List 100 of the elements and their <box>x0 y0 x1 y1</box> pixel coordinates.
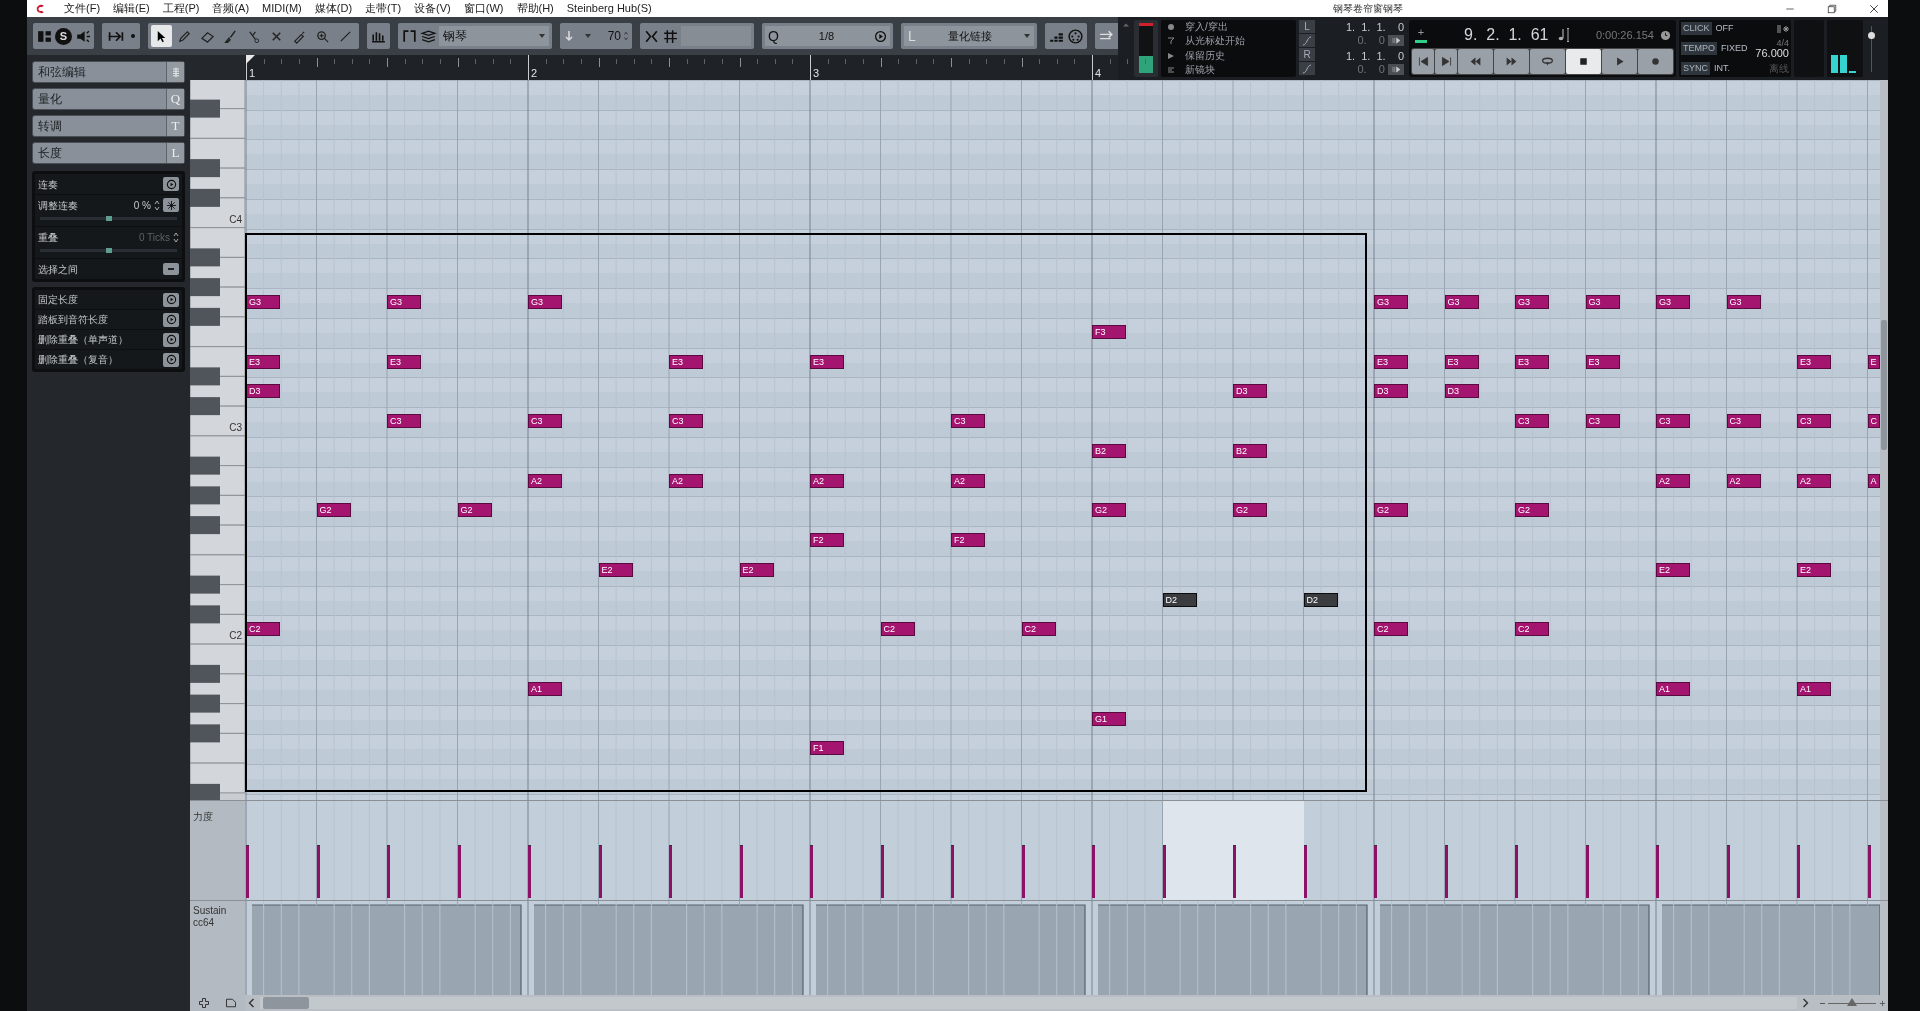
tempo-value[interactable]: 76.000 <box>1755 48 1789 59</box>
stop-button[interactable] <box>1566 49 1601 74</box>
midi-note[interactable]: C3 <box>951 414 985 428</box>
menu-item[interactable]: 编辑(E) <box>113 3 150 14</box>
sync-button[interactable]: SYNC <box>1681 62 1710 75</box>
midi-note[interactable]: D3 <box>1233 384 1267 399</box>
apply-button[interactable] <box>163 332 179 347</box>
velocity-bar[interactable] <box>1867 845 1871 898</box>
vertical-scrollbar[interactable] <box>1880 801 1888 900</box>
end-button[interactable] <box>1435 49 1457 74</box>
rewind-button[interactable] <box>1458 49 1493 74</box>
midi-note[interactable]: C3 <box>1656 414 1690 428</box>
velocity-bar[interactable] <box>880 845 884 898</box>
hash-icon[interactable] <box>662 27 679 45</box>
note-grid[interactable]: G3 G3 G3 G3 G3 G3 G3 G3 G3 F3 E3 E3 E3 E3 E3 E3 E3 E3 E3 E D3 D3 D3 D3 C3 C3 C3 C3 C3 C3 C3 C3 C3 C B2 B2 A2 A2 A2 A2 A2 A2 A2 A G2 G2 G2 G2 G2 G2 F2 F2 E2 E2 E2 E2 D2 D2 C2 C2 C2 C2 C2 A1 A1 A1 G1 F1 <box>245 80 1880 800</box>
zoom-slider-thumb[interactable] <box>1847 997 1857 1006</box>
forward-button[interactable] <box>1494 49 1529 74</box>
midi-note[interactable]: B2 <box>1233 443 1267 458</box>
dot-icon[interactable] <box>129 32 137 40</box>
inspector-section-button[interactable]: 长度 L <box>32 142 185 164</box>
locator-position[interactable]: 1. 1. 1. 0 <box>1345 21 1404 35</box>
midi-note[interactable]: E3 <box>246 354 280 369</box>
apply-button[interactable] <box>163 292 179 307</box>
apply-button[interactable] <box>163 177 179 191</box>
midi-note[interactable]: E3 <box>1374 354 1408 369</box>
menu-item[interactable]: 文件(F) <box>64 3 101 14</box>
velocity-bar[interactable] <box>316 845 320 898</box>
quantize-dropdown[interactable]: Q 1/8 <box>765 26 890 46</box>
apply-button[interactable] <box>163 312 179 327</box>
midi-note[interactable]: E2 <box>1797 562 1831 577</box>
midi-note[interactable]: C2 <box>880 622 915 637</box>
velocity-bar[interactable] <box>1726 845 1730 898</box>
locator-position[interactable]: 1. 1. 1. 0 <box>1345 49 1404 63</box>
menu-item[interactable]: 媒体(D) <box>314 3 353 14</box>
velocity-bar[interactable] <box>1444 845 1448 898</box>
midi-note[interactable]: A2 <box>528 473 562 488</box>
midi-note[interactable]: C3 <box>1515 414 1549 428</box>
midi-note[interactable]: A2 <box>951 473 985 488</box>
menu-item[interactable]: MIDI(M) <box>262 3 302 14</box>
midi-note[interactable]: G3 <box>528 295 562 309</box>
midi-note[interactable]: A2 <box>669 473 703 488</box>
locator-button[interactable]: L <box>1299 20 1315 33</box>
record-mode-option[interactable]: 从光标处开始 <box>1185 35 1245 48</box>
record-mode-option[interactable]: 穿入/穿出 <box>1185 21 1228 34</box>
preset-icon[interactable] <box>225 997 238 1009</box>
midi-note[interactable]: D3 <box>246 384 280 399</box>
zoom-in-icon[interactable] <box>1879 999 1886 1007</box>
midi-note[interactable]: D3 <box>1374 384 1408 399</box>
tempo-button[interactable]: TEMPO <box>1681 42 1717 55</box>
midi-note[interactable]: C3 <box>669 414 703 428</box>
midi-note[interactable]: E3 <box>1515 354 1549 369</box>
scroll-right-icon[interactable] <box>1801 997 1810 1009</box>
scroll-left-icon[interactable] <box>247 997 256 1009</box>
midi-note[interactable]: E2 <box>1656 562 1690 577</box>
apply-button[interactable] <box>163 352 179 367</box>
horizontal-scrollbar[interactable] <box>260 997 1797 1009</box>
velocity-bar[interactable] <box>1585 845 1589 898</box>
spinner-arrows-icon[interactable] <box>154 199 160 211</box>
slider-thumb[interactable] <box>105 216 112 221</box>
midi-note[interactable]: D2 <box>1162 592 1197 607</box>
locator-button[interactable]: R <box>1299 48 1315 61</box>
play-button[interactable] <box>1602 49 1637 74</box>
bracket-icon[interactable] <box>401 27 418 45</box>
track-dropdown[interactable]: 钢琴 <box>439 26 549 46</box>
midi-note[interactable]: F2 <box>810 533 844 547</box>
inspector-section-button[interactable]: 转调 T <box>32 115 185 137</box>
scroll-up-icon[interactable] <box>1122 22 1130 28</box>
clock-icon[interactable] <box>1660 29 1671 41</box>
midi-note[interactable]: C3 <box>1585 414 1620 428</box>
menu-item[interactable]: 走带(T) <box>365 3 402 14</box>
dropdown-caret-icon[interactable] <box>585 34 591 38</box>
midi-note[interactable]: A2 <box>1726 473 1761 488</box>
velocity-bar[interactable] <box>1303 845 1307 898</box>
vertical-scrollbar[interactable] <box>1880 901 1888 995</box>
midi-note[interactable]: C3 <box>528 414 562 428</box>
menu-item[interactable]: Steinberg Hub(S) <box>566 3 652 14</box>
midi-note[interactable]: G3 <box>387 295 421 309</box>
midi-note[interactable]: G3 <box>246 295 280 309</box>
precount-icon[interactable] <box>1777 22 1789 35</box>
curve-button[interactable] <box>1299 34 1315 47</box>
midi-note[interactable]: G2 <box>1374 503 1408 518</box>
restore-icon[interactable] <box>1826 2 1838 15</box>
inspector-section-button[interactable]: 和弦编辑 <box>32 61 185 83</box>
midi-note[interactable]: D3 <box>1444 384 1479 399</box>
pointer-tool[interactable] <box>151 25 172 47</box>
midi-note[interactable]: F1 <box>810 741 844 756</box>
midi-note[interactable]: G2 <box>457 503 492 518</box>
spinner-value[interactable]: 0 % <box>133 197 151 213</box>
toggle-button[interactable] <box>163 263 179 275</box>
midi-note[interactable]: E3 <box>669 354 703 369</box>
cycle-locator-button[interactable] <box>1388 63 1404 75</box>
midi-note[interactable]: C2 <box>1374 622 1408 637</box>
midi-note[interactable]: E3 <box>1585 354 1620 369</box>
midi-note[interactable]: F3 <box>1092 324 1126 339</box>
curve-button[interactable] <box>1299 62 1315 75</box>
midi-note[interactable]: G3 <box>1515 295 1549 309</box>
locator-length[interactable]: 0. 0 <box>1357 34 1385 48</box>
menu-item[interactable]: 帮助(H) <box>516 3 554 14</box>
midi-note[interactable]: A1 <box>528 681 562 696</box>
velocity-bar[interactable] <box>1021 845 1025 898</box>
